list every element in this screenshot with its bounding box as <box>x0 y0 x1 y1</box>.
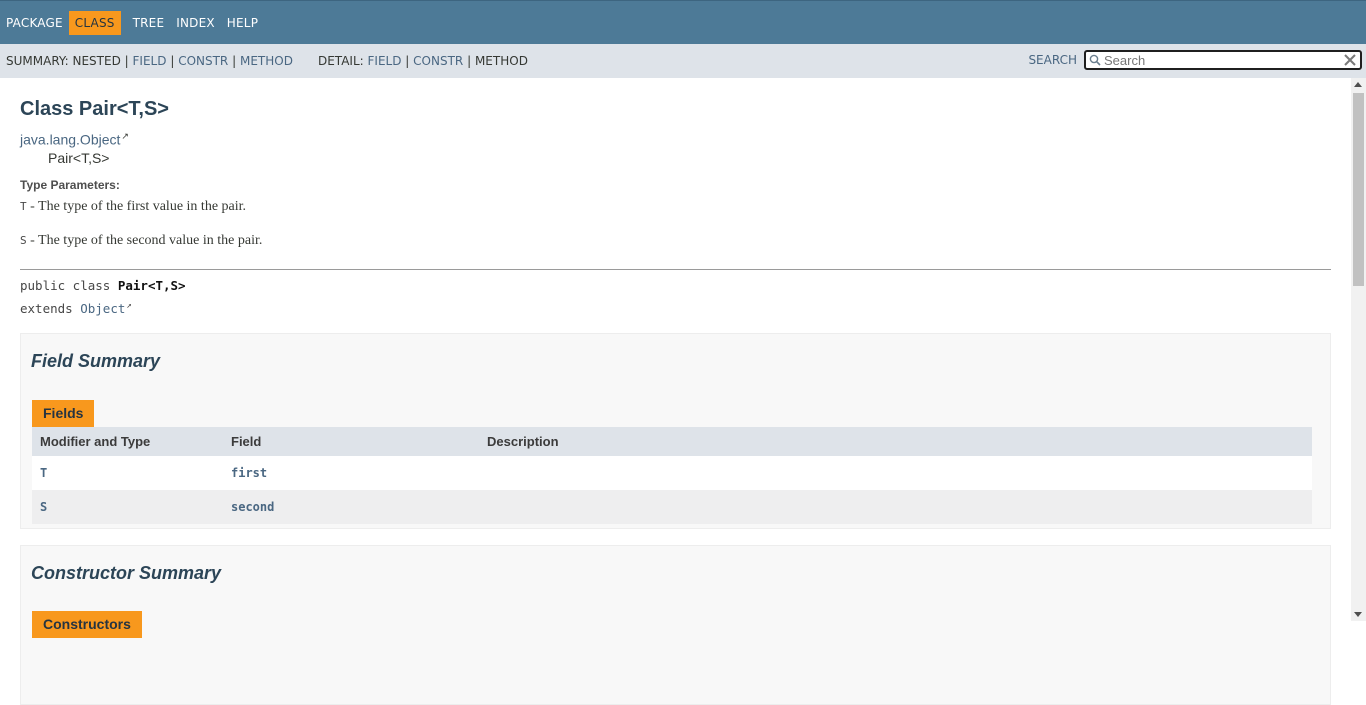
nav-tree[interactable]: Tree <box>127 11 171 35</box>
summary-nested: NESTED <box>72 54 121 68</box>
nav-list: Package Class Tree Index Help <box>0 1 1366 45</box>
page-title: Class Pair<T,S> <box>20 98 169 120</box>
table-header: Modifier and Type Field Description <box>32 427 1312 456</box>
scrollbar-thumb[interactable] <box>1353 93 1364 286</box>
type-param-desc: - The type of the first value in the pai… <box>26 199 247 214</box>
detail-constr-link[interactable]: CONSTR <box>413 54 463 68</box>
detail-links: DETAIL: FIELD | CONSTR | METHOD <box>318 54 528 68</box>
detail-method: METHOD <box>474 54 528 68</box>
type-param-name: T <box>20 200 27 213</box>
field-name-link[interactable]: first <box>231 466 267 480</box>
type-param-desc: - The type of the second value in the pa… <box>26 233 263 248</box>
sig-class-name: Pair<T,S> <box>117 278 186 293</box>
sub-navbar: SUMMARY: NESTED | FIELD | CONSTR | METHO… <box>0 44 1366 78</box>
constructors-caption: Constructors <box>32 611 142 638</box>
class-signature: public class Pair<T,S> extends Object↗ <box>20 276 186 319</box>
constructor-summary-section: Constructor Summary Constructors <box>20 545 1331 705</box>
top-navbar: Package Class Tree Index Help <box>0 0 1366 44</box>
field-name-link[interactable]: second <box>231 500 274 514</box>
field-type-link[interactable]: S <box>40 500 47 514</box>
table-row: T first <box>32 456 1312 490</box>
fields-table: Modifier and Type Field Description T fi… <box>32 427 1312 524</box>
summary-label: SUMMARY: <box>6 54 69 68</box>
separator: | <box>467 54 472 68</box>
field-summary-section: Field Summary Fields Modifier and Type F… <box>20 333 1331 529</box>
type-param-item: T - The type of the first value in the p… <box>20 199 246 215</box>
inheritance-child: Pair<T,S> <box>48 149 110 166</box>
separator: | <box>232 54 237 68</box>
divider <box>20 269 1331 270</box>
sig-modifiers: public class <box>20 278 118 293</box>
search-label: SEARCH <box>1028 53 1077 67</box>
vertical-scrollbar[interactable] <box>1351 78 1366 621</box>
column-header: Field <box>231 434 262 449</box>
separator: | <box>170 54 175 68</box>
type-param-name: S <box>20 234 27 247</box>
search-area: SEARCH <box>1028 50 1362 70</box>
fields-caption: Fields <box>32 400 95 427</box>
nav-help[interactable]: Help <box>221 11 264 35</box>
search-box <box>1084 50 1362 70</box>
scroll-up-icon[interactable] <box>1354 82 1362 87</box>
type-param-item: S - The type of the second value in the … <box>20 233 262 249</box>
close-icon[interactable] <box>1343 53 1357 67</box>
external-link-icon: ↗ <box>126 301 132 311</box>
sig-superclass-link[interactable]: Object <box>80 301 125 316</box>
summary-method-link[interactable]: METHOD <box>240 54 293 68</box>
sig-extends: extends <box>20 301 81 317</box>
summary-links: SUMMARY: NESTED | FIELD | CONSTR | METHO… <box>6 54 293 68</box>
summary-constr-link[interactable]: CONSTR <box>178 54 228 68</box>
field-type-link[interactable]: T <box>40 466 47 480</box>
superclass-link[interactable]: java.lang.Object <box>20 132 120 148</box>
nav-package[interactable]: Package <box>0 11 69 35</box>
scroll-down-icon[interactable] <box>1354 612 1362 617</box>
summary-field-link[interactable]: FIELD <box>133 54 167 68</box>
column-header: Modifier and Type <box>40 434 151 449</box>
inheritance-tree: java.lang.Object↗ Pair<T,S> <box>20 131 129 166</box>
nav-class[interactable]: Class <box>68 11 121 35</box>
separator: | <box>405 54 410 68</box>
field-summary-title: Field Summary <box>31 351 161 371</box>
detail-label: DETAIL: <box>317 54 364 68</box>
external-link-icon: ↗ <box>121 131 129 141</box>
table-row: S second <box>32 490 1312 524</box>
column-header: Description <box>487 434 559 449</box>
separator: | <box>124 54 129 68</box>
type-parameters-heading: Type Parameters: <box>20 178 120 192</box>
nav-index[interactable]: Index <box>170 11 221 35</box>
detail-field-link[interactable]: FIELD <box>368 54 402 68</box>
search-input[interactable] <box>1086 52 1334 68</box>
constructor-summary-title: Constructor Summary <box>31 563 222 583</box>
